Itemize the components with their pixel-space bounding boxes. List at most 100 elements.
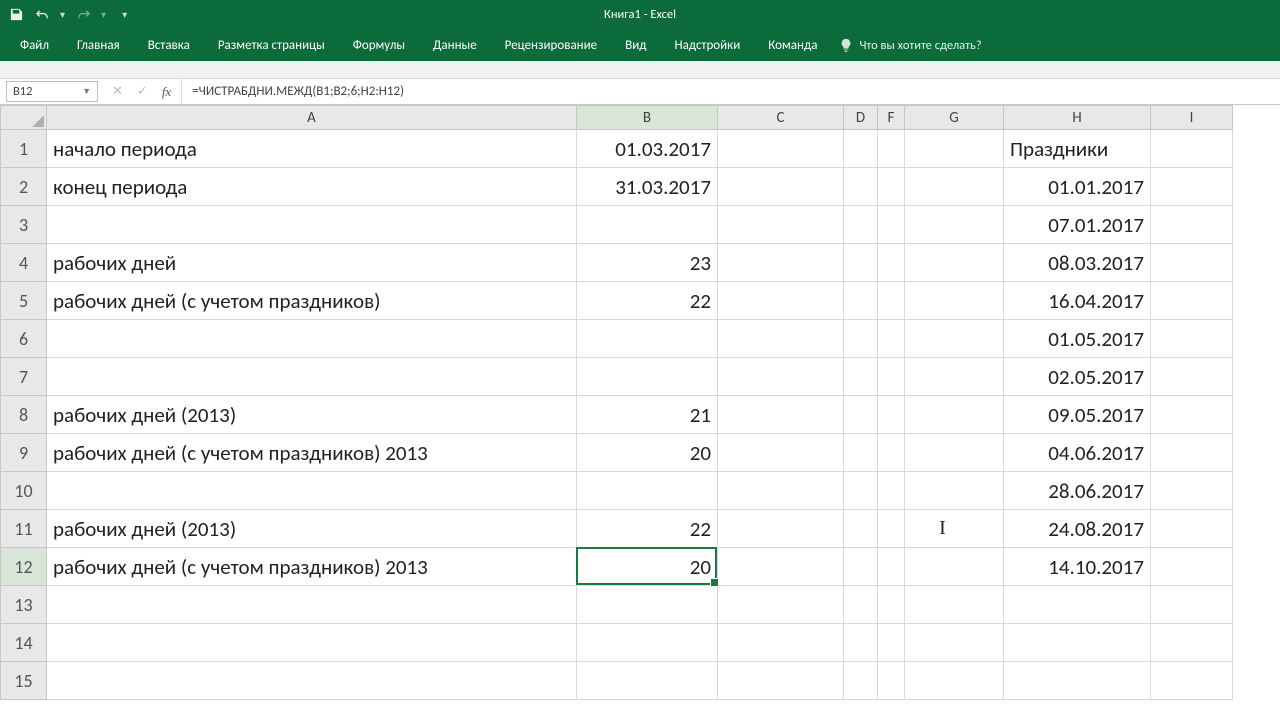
cell-B1[interactable]: 01.03.2017 (577, 130, 718, 168)
cell-I6[interactable] (1151, 320, 1233, 358)
tab-review[interactable]: Рецензирование (491, 29, 611, 61)
cell-A11[interactable]: рабочих дней (2013) (47, 510, 577, 548)
undo-dropdown-icon[interactable]: ▾ (60, 8, 65, 21)
row-header-1[interactable]: 1 (1, 130, 47, 168)
cell-A7[interactable] (47, 358, 577, 396)
cell-H2[interactable]: 01.01.2017 (1004, 168, 1151, 206)
cell-C13[interactable] (718, 586, 844, 624)
cell-C10[interactable] (718, 472, 844, 510)
fx-icon[interactable]: fx (162, 84, 171, 100)
tab-insert[interactable]: Вставка (134, 29, 204, 61)
cell-H13[interactable] (1004, 586, 1151, 624)
redo-icon[interactable] (75, 7, 91, 23)
cell-H6[interactable]: 01.05.2017 (1004, 320, 1151, 358)
cell-F14[interactable] (878, 624, 905, 662)
row-header-3[interactable]: 3 (1, 206, 47, 244)
cell-A10[interactable] (47, 472, 577, 510)
cell-G1[interactable] (905, 130, 1004, 168)
cell-A12[interactable]: рабочих дней (с учетом праздников) 2013 (47, 548, 577, 586)
cell-F3[interactable] (878, 206, 905, 244)
row-header-13[interactable]: 13 (1, 586, 47, 624)
cell-D10[interactable] (844, 472, 878, 510)
cell-F7[interactable] (878, 358, 905, 396)
row-header-2[interactable]: 2 (1, 168, 47, 206)
cell-D14[interactable] (844, 624, 878, 662)
tab-page-layout[interactable]: Разметка страницы (204, 29, 339, 61)
column-header-A[interactable]: A (47, 106, 577, 130)
cancel-formula-icon[interactable]: ✕ (112, 84, 123, 99)
row-header-15[interactable]: 15 (1, 662, 47, 700)
cell-D9[interactable] (844, 434, 878, 472)
cell-B10[interactable] (577, 472, 718, 510)
tab-view[interactable]: Вид (611, 29, 660, 61)
cell-F13[interactable] (878, 586, 905, 624)
column-header-H[interactable]: H (1004, 106, 1151, 130)
cell-B15[interactable] (577, 662, 718, 700)
cell-G13[interactable] (905, 586, 1004, 624)
column-header-G[interactable]: G (905, 106, 1004, 130)
cell-B6[interactable] (577, 320, 718, 358)
cell-I5[interactable] (1151, 282, 1233, 320)
cell-A14[interactable] (47, 624, 577, 662)
cell-C9[interactable] (718, 434, 844, 472)
cell-D2[interactable] (844, 168, 878, 206)
column-header-D[interactable]: D (844, 106, 878, 130)
cell-D7[interactable] (844, 358, 878, 396)
cell-F9[interactable] (878, 434, 905, 472)
cell-G6[interactable] (905, 320, 1004, 358)
cell-A9[interactable]: рабочих дней (с учетом праздников) 2013 (47, 434, 577, 472)
cell-D13[interactable] (844, 586, 878, 624)
row-header-10[interactable]: 10 (1, 472, 47, 510)
cell-D8[interactable] (844, 396, 878, 434)
cell-D6[interactable] (844, 320, 878, 358)
tab-formulas[interactable]: Формулы (339, 29, 419, 61)
cell-C11[interactable] (718, 510, 844, 548)
cell-F4[interactable] (878, 244, 905, 282)
cell-H9[interactable]: 04.06.2017 (1004, 434, 1151, 472)
qat-customize-icon[interactable]: ▾ (122, 8, 127, 21)
cell-C2[interactable] (718, 168, 844, 206)
cell-I8[interactable] (1151, 396, 1233, 434)
cell-H15[interactable] (1004, 662, 1151, 700)
cell-C14[interactable] (718, 624, 844, 662)
cell-I14[interactable] (1151, 624, 1233, 662)
cell-I3[interactable] (1151, 206, 1233, 244)
column-header-I[interactable]: I (1151, 106, 1233, 130)
cell-D12[interactable] (844, 548, 878, 586)
cell-A13[interactable] (47, 586, 577, 624)
cell-F1[interactable] (878, 130, 905, 168)
tab-team[interactable]: Команда (754, 29, 831, 61)
cell-F10[interactable] (878, 472, 905, 510)
cell-F6[interactable] (878, 320, 905, 358)
tab-file[interactable]: Файл (6, 29, 63, 61)
row-header-12[interactable]: 12 (1, 548, 47, 586)
cell-G4[interactable] (905, 244, 1004, 282)
tab-addins[interactable]: Надстройки (660, 29, 754, 61)
name-box-dropdown-icon[interactable]: ▼ (82, 86, 91, 97)
cell-I15[interactable] (1151, 662, 1233, 700)
cell-F5[interactable] (878, 282, 905, 320)
cell-D5[interactable] (844, 282, 878, 320)
name-box[interactable]: B12 ▼ (6, 81, 98, 102)
row-header-11[interactable]: 11 (1, 510, 47, 548)
cell-C12[interactable] (718, 548, 844, 586)
cell-G9[interactable] (905, 434, 1004, 472)
cell-G14[interactable] (905, 624, 1004, 662)
column-header-C[interactable]: C (718, 106, 844, 130)
tab-data[interactable]: Данные (419, 29, 491, 61)
row-header-6[interactable]: 6 (1, 320, 47, 358)
cell-B5[interactable]: 22 (577, 282, 718, 320)
column-header-F[interactable]: F (878, 106, 905, 130)
cell-H3[interactable]: 07.01.2017 (1004, 206, 1151, 244)
cell-G3[interactable] (905, 206, 1004, 244)
cell-I9[interactable] (1151, 434, 1233, 472)
cell-A3[interactable] (47, 206, 577, 244)
enter-formula-icon[interactable]: ✓ (137, 84, 148, 99)
cell-D4[interactable] (844, 244, 878, 282)
cell-G11[interactable] (905, 510, 1004, 548)
cell-C4[interactable] (718, 244, 844, 282)
cell-G12[interactable] (905, 548, 1004, 586)
undo-icon[interactable] (34, 7, 50, 23)
cell-C3[interactable] (718, 206, 844, 244)
column-header-B[interactable]: B (577, 106, 718, 130)
